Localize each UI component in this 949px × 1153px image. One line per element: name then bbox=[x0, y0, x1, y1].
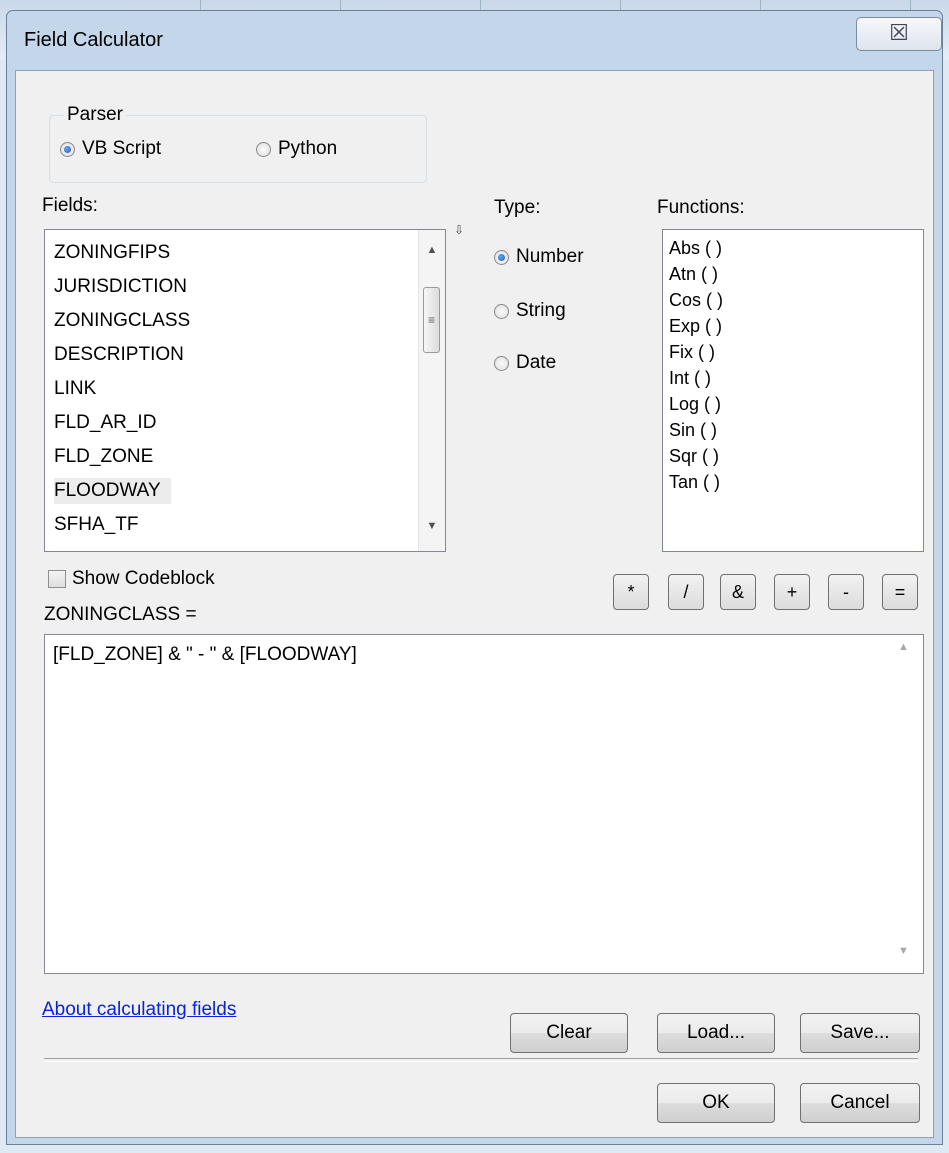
radio-type-number-label[interactable]: Number bbox=[516, 246, 584, 268]
list-item[interactable]: DESCRIPTION bbox=[54, 344, 184, 366]
scroll-up-icon[interactable]: ▲ bbox=[419, 244, 445, 256]
expression-editor[interactable]: [FLD_ZONE] & " - " & [FLOODWAY] ▲ ▼ bbox=[44, 634, 924, 974]
radio-vbscript[interactable] bbox=[60, 142, 75, 157]
list-item[interactable]: ZONINGFIPS bbox=[54, 242, 170, 264]
dialog-title: Field Calculator bbox=[24, 29, 163, 51]
multiply-button[interactable]: * bbox=[613, 574, 649, 610]
type-label: Type: bbox=[494, 197, 541, 218]
divide-button[interactable]: / bbox=[668, 574, 704, 610]
list-item[interactable]: Sqr ( ) bbox=[669, 447, 719, 465]
plus-button[interactable]: + bbox=[774, 574, 810, 610]
cancel-button[interactable]: Cancel bbox=[800, 1083, 920, 1123]
radio-type-date-label[interactable]: Date bbox=[516, 352, 556, 374]
fields-list[interactable]: ZONINGFIPS JURISDICTION ZONINGCLASS DESC… bbox=[44, 229, 446, 552]
close-icon: ☒ bbox=[889, 20, 909, 45]
list-item[interactable]: SFHA_TF bbox=[54, 514, 138, 536]
scroll-up-icon: ▲ bbox=[898, 641, 909, 653]
save-button[interactable]: Save... bbox=[800, 1013, 920, 1053]
fields-scrollbar[interactable]: ▲ ≡ ▼ bbox=[418, 230, 445, 551]
radio-type-string[interactable] bbox=[494, 304, 509, 319]
list-item[interactable]: Atn ( ) bbox=[669, 265, 718, 283]
list-item[interactable]: FLD_AR_ID bbox=[54, 412, 156, 434]
functions-label: Functions: bbox=[657, 197, 745, 218]
show-codeblock-checkbox[interactable] bbox=[48, 570, 66, 588]
list-item[interactable]: FLD_ZONE bbox=[54, 446, 153, 468]
list-item[interactable]: JURISDICTION bbox=[54, 276, 187, 298]
sort-icon[interactable]: ⇩ bbox=[454, 223, 464, 237]
load-button[interactable]: Load... bbox=[657, 1013, 775, 1053]
fields-label: Fields: bbox=[42, 195, 98, 216]
scroll-thumb[interactable]: ≡ bbox=[423, 287, 440, 353]
list-item[interactable]: Exp ( ) bbox=[669, 317, 722, 335]
close-button[interactable]: ☒ bbox=[856, 17, 942, 51]
about-calculating-fields-link[interactable]: About calculating fields bbox=[42, 999, 236, 1021]
radio-python-label[interactable]: Python bbox=[278, 138, 337, 160]
list-item[interactable]: Int ( ) bbox=[669, 369, 711, 387]
list-item[interactable]: Abs ( ) bbox=[669, 239, 722, 257]
functions-list[interactable]: Abs ( ) Atn ( ) Cos ( ) Exp ( ) Fix ( ) … bbox=[662, 229, 924, 552]
list-item-selected[interactable]: FLOODWAY bbox=[54, 478, 171, 504]
separator bbox=[44, 1058, 918, 1062]
scroll-down-icon: ▼ bbox=[898, 945, 909, 957]
list-item[interactable]: Fix ( ) bbox=[669, 343, 715, 361]
expression-text[interactable]: [FLD_ZONE] & " - " & [FLOODWAY] bbox=[53, 644, 357, 666]
radio-type-number[interactable] bbox=[494, 250, 509, 265]
equals-button[interactable]: = bbox=[882, 574, 918, 610]
list-item[interactable]: Sin ( ) bbox=[669, 421, 717, 439]
list-item[interactable]: Cos ( ) bbox=[669, 291, 723, 309]
ok-button[interactable]: OK bbox=[657, 1083, 775, 1123]
list-item[interactable]: LINK bbox=[54, 378, 96, 400]
clear-button[interactable]: Clear bbox=[510, 1013, 628, 1053]
radio-vbscript-label[interactable]: VB Script bbox=[82, 138, 161, 160]
show-codeblock-label[interactable]: Show Codeblock bbox=[72, 568, 215, 590]
dialog-body: Parser VB Script Python Fields: ZONINGFI… bbox=[15, 70, 934, 1138]
list-item[interactable]: ZONINGCLASS bbox=[54, 310, 190, 332]
concat-button[interactable]: & bbox=[720, 574, 756, 610]
radio-type-string-label[interactable]: String bbox=[516, 300, 566, 322]
minus-button[interactable]: - bbox=[828, 574, 864, 610]
scroll-down-icon[interactable]: ▼ bbox=[419, 520, 445, 532]
field-calculator-dialog: Field Calculator ☒ Parser VB Script Pyth… bbox=[6, 10, 943, 1145]
radio-python[interactable] bbox=[256, 142, 271, 157]
list-item[interactable]: Tan ( ) bbox=[669, 473, 720, 491]
radio-type-date[interactable] bbox=[494, 356, 509, 371]
list-item[interactable]: Log ( ) bbox=[669, 395, 721, 413]
expression-label: ZONINGCLASS = bbox=[44, 604, 197, 625]
parser-legend: Parser bbox=[64, 104, 126, 126]
